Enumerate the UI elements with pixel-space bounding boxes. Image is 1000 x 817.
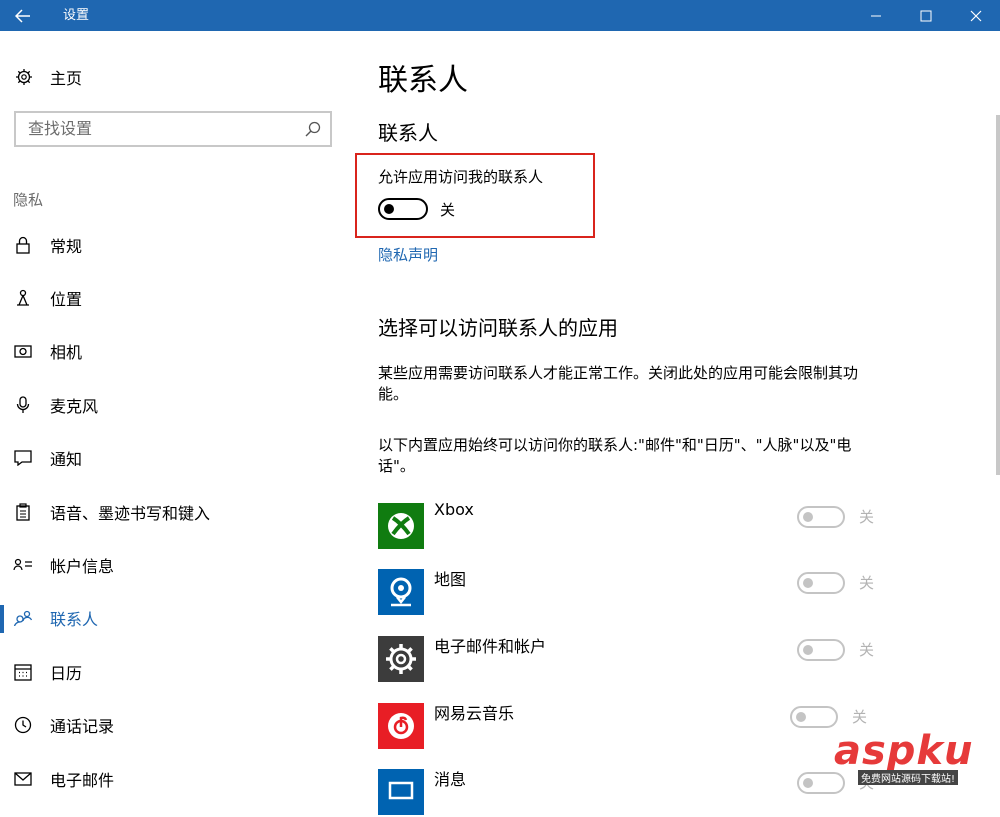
sidebar-item-label: 帐户信息 <box>50 557 115 577</box>
call-history-icon <box>13 715 33 735</box>
app-name: 电子邮件和帐户 <box>434 637 547 656</box>
netease-music-app-icon <box>378 703 424 749</box>
calendar-icon <box>13 662 33 682</box>
window-title: 设置 <box>63 8 90 23</box>
toggle-knob <box>796 712 806 722</box>
sidebar-item-label: 通知 <box>50 450 83 470</box>
messaging-app-icon <box>378 769 424 815</box>
title-bar: 设置 <box>0 0 1000 31</box>
search-icon <box>305 121 321 137</box>
sidebar-item-camera[interactable]: 相机 <box>0 325 345 378</box>
maximize-icon <box>920 10 932 21</box>
back-button[interactable] <box>0 0 46 31</box>
maps-app-icon <box>378 569 424 615</box>
sidebar-item-microphone[interactable]: 麦克风 <box>0 378 345 431</box>
search-placeholder: 查找设置 <box>28 119 93 138</box>
allow-contacts-toggle[interactable] <box>378 198 428 220</box>
app-row-mail-accounts: 电子邮件和帐户 关 <box>378 636 998 684</box>
toggle-knob <box>384 204 394 214</box>
sidebar-item-label: 电子邮件 <box>50 770 115 790</box>
home-nav-item[interactable]: 主页 <box>14 64 82 90</box>
app-name: Xbox <box>434 500 474 519</box>
allow-contacts-label: 允许应用访问我的联系人 <box>378 168 544 186</box>
app-name: 消息 <box>434 770 467 789</box>
close-icon <box>970 10 982 21</box>
scrollbar-thumb[interactable] <box>996 115 1000 475</box>
minimize-icon <box>871 15 881 16</box>
notification-icon <box>13 448 33 468</box>
sidebar-item-email[interactable]: 电子邮件 <box>0 752 345 805</box>
location-icon <box>13 288 33 308</box>
privacy-section-label: 隐私 <box>13 191 44 209</box>
lock-icon <box>13 235 33 255</box>
apps-description: 某些应用需要访问联系人才能正常工作。关闭此处的应用可能会限制其功能。 <box>378 364 859 403</box>
sidebar-item-location[interactable]: 位置 <box>0 271 345 324</box>
app-toggle-state: 关 <box>852 708 868 726</box>
sidebar-item-label: 通话记录 <box>50 717 115 737</box>
sidebar-item-contacts[interactable]: 联系人 <box>0 592 345 645</box>
camera-icon <box>13 341 33 361</box>
sidebar-item-speech-inking[interactable]: 语音、墨迹书写和键入 <box>0 485 345 538</box>
settings-gear-app-icon <box>378 636 424 682</box>
sidebar-item-label: 位置 <box>50 290 83 310</box>
app-toggle-state: 关 <box>859 508 875 526</box>
app-row-maps: 地图 关 <box>378 569 998 617</box>
allow-contacts-state: 关 <box>440 201 456 219</box>
email-icon <box>13 769 33 789</box>
app-row-xbox: Xbox 关 <box>378 500 998 551</box>
app-name: 网易云音乐 <box>434 704 515 723</box>
toggle-knob <box>803 578 813 588</box>
app-toggle-state: 关 <box>859 574 875 592</box>
back-arrow-icon <box>15 8 30 23</box>
toggle-knob <box>803 778 813 788</box>
sidebar-item-label: 相机 <box>50 343 83 363</box>
xbox-app-icon <box>378 503 424 549</box>
sidebar-item-account-info[interactable]: 帐户信息 <box>0 538 345 591</box>
app-toggle-state: 关 <box>859 641 875 659</box>
sidebar-item-notifications[interactable]: 通知 <box>0 432 345 485</box>
watermark-subtext: 免费网站源码下载站! <box>858 770 959 785</box>
toggle-knob <box>803 512 813 522</box>
app-name: 地图 <box>434 570 467 589</box>
sidebar-item-calendar[interactable]: 日历 <box>0 645 345 698</box>
app-access-toggle[interactable] <box>790 706 838 728</box>
contacts-icon <box>13 608 33 628</box>
home-label: 主页 <box>50 69 83 88</box>
page-title: 联系人 <box>378 63 468 98</box>
choose-apps-heading: 选择可以访问联系人的应用 <box>378 316 618 340</box>
minimize-button[interactable] <box>851 0 901 31</box>
sidebar-item-call-history[interactable]: 通话记录 <box>0 699 345 752</box>
sidebar-item-label: 麦克风 <box>50 396 99 416</box>
sidebar-item-label: 联系人 <box>50 610 99 630</box>
close-button[interactable] <box>951 0 1000 31</box>
sidebar-item-general[interactable]: 常规 <box>0 218 345 271</box>
microphone-icon <box>13 395 33 415</box>
privacy-statement-link[interactable]: 隐私声明 <box>378 244 438 265</box>
app-access-toggle[interactable] <box>797 506 845 528</box>
builtin-apps-note: 以下内置应用始终可以访问你的联系人:"邮件"和"日历"、"人脉"以及"电话"。 <box>378 436 852 475</box>
site-watermark: aspku 免费网站源码下载站! <box>828 728 1000 790</box>
toggle-knob <box>803 645 813 655</box>
sidebar-item-label: 日历 <box>50 663 83 683</box>
sidebar-item-label: 常规 <box>50 236 83 256</box>
sidebar-nav: 常规 位置 相机 麦克风 通知 语音、墨迹书写和键入 帐户信息 联系人 日历 通… <box>0 218 345 805</box>
watermark-logo-text: aspku <box>834 728 974 774</box>
gear-icon <box>14 67 34 87</box>
maximize-button[interactable] <box>901 0 951 31</box>
sidebar-item-label: 语音、墨迹书写和键入 <box>50 503 211 523</box>
clipboard-icon <box>13 502 33 522</box>
app-access-toggle[interactable] <box>797 639 845 661</box>
contacts-section-heading: 联系人 <box>378 121 438 145</box>
search-input[interactable]: 查找设置 <box>14 111 332 147</box>
account-info-icon <box>13 555 33 575</box>
app-access-toggle[interactable] <box>797 572 845 594</box>
